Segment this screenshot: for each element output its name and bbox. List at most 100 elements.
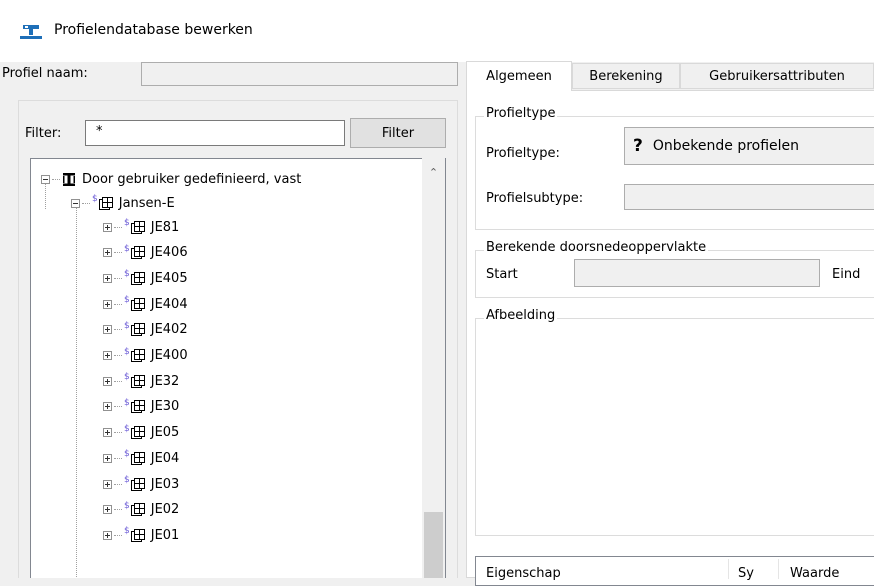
tab-algemeen[interactable]: Algemeen	[466, 61, 572, 91]
column-header-eigenschap[interactable]: Eigenschap	[486, 566, 561, 581]
profile-family-icon: $	[124, 526, 145, 542]
scroll-up-arrow-icon[interactable]: ⌃	[422, 166, 445, 184]
tree-root-label: Door gebruiker gedefinieerd, vast	[82, 171, 302, 187]
filter-input[interactable]: *	[85, 120, 345, 146]
area-start-label: Start	[486, 267, 518, 282]
profile-tree[interactable]: Door gebruiker gedefinieerd, vast $ Jans…	[30, 158, 446, 578]
tree-item[interactable]: $ JE02	[103, 498, 179, 522]
tree-connector	[114, 432, 122, 434]
tree-item[interactable]: $ JE30	[103, 395, 179, 419]
tree-item[interactable]: $ JE05	[103, 421, 179, 445]
tree-item[interactable]: $ JE04	[103, 446, 179, 470]
profieltype-select[interactable]: ? Onbekende profielen	[624, 127, 874, 165]
profile-family-icon: $	[124, 295, 145, 311]
tree-item[interactable]: $ JE03	[103, 472, 179, 496]
tree-item[interactable]: $ JE01	[103, 523, 179, 547]
tree-connector	[114, 534, 122, 536]
profielsubtype-select[interactable]	[624, 184, 874, 210]
tree-item-label: JE02	[150, 502, 180, 518]
tree-item-label: JE405	[150, 270, 188, 286]
tree-connector	[114, 355, 122, 356]
profile-family-icon: $	[124, 218, 145, 234]
scrollbar-thumb[interactable]	[424, 512, 443, 578]
column-separator[interactable]	[778, 559, 779, 579]
tree-item[interactable]: $ JE404	[103, 292, 188, 316]
area-group-legend: Berekende doorsnedeoppervlakte	[484, 240, 709, 255]
profile-name-input[interactable]	[141, 62, 458, 86]
tree-group-node[interactable]: $ Jansen-E	[71, 191, 175, 215]
window-title: Profielendatabase bewerken	[54, 22, 253, 38]
column-header-waarde[interactable]: Waarde	[790, 566, 839, 581]
column-separator[interactable]	[728, 559, 729, 579]
profile-family-icon: $	[92, 194, 113, 210]
tree-connector	[76, 205, 77, 577]
profile-family-icon: $	[124, 347, 145, 362]
expand-toggle-icon[interactable]	[103, 530, 112, 540]
profile-family-icon: $	[124, 449, 145, 465]
profile-family-icon: $	[124, 424, 145, 440]
profile-family-icon: $	[124, 269, 145, 285]
tab-gebruikersattributen[interactable]: Gebruikersattributen	[680, 63, 874, 89]
tree-item[interactable]: $ JE405	[103, 266, 188, 290]
profieltype-value: Onbekende profielen	[652, 138, 800, 154]
tree-group-label: Jansen-E	[118, 195, 175, 211]
tree-item[interactable]: $ JE32	[103, 369, 179, 393]
image-group	[475, 318, 874, 536]
profile-family-icon: $	[124, 372, 145, 388]
tree-connector	[114, 329, 122, 331]
unknown-profile-icon: ?	[633, 136, 643, 156]
image-group-legend: Afbeelding	[484, 308, 558, 323]
expand-toggle-icon[interactable]	[103, 376, 112, 386]
tree-connector	[114, 483, 122, 485]
expand-toggle-icon[interactable]	[103, 299, 112, 309]
tree-connector	[114, 226, 122, 228]
expand-toggle-icon[interactable]	[103, 402, 112, 412]
expand-toggle-icon[interactable]	[103, 428, 112, 438]
tree-item[interactable]: $ JE400	[103, 344, 188, 368]
tree-item-label: JE01	[150, 527, 180, 543]
profile-name-label: Profiel naam:	[2, 66, 88, 81]
tree-item-label: JE32	[150, 373, 180, 389]
expand-toggle-icon[interactable]	[103, 479, 112, 489]
tree-item[interactable]: $ JE81	[103, 215, 179, 239]
expand-toggle-icon[interactable]	[103, 325, 112, 335]
profieltype-label: Profieltype:	[486, 146, 560, 161]
tree-item[interactable]: $ JE402	[103, 318, 188, 342]
expand-toggle-icon[interactable]	[103, 273, 112, 283]
filter-button[interactable]: Filter	[350, 118, 446, 148]
i-beam-profile-icon	[62, 172, 76, 186]
tree-item-label: JE402	[150, 322, 188, 338]
profieltype-group-legend: Profieltype	[484, 106, 558, 121]
profile-family-icon: $	[124, 398, 145, 414]
tree-item-label: JE81	[150, 219, 180, 235]
tree-connector	[114, 406, 122, 408]
panel-splitter[interactable]	[461, 62, 465, 578]
database-edit-icon	[20, 24, 42, 40]
expand-toggle-icon[interactable]	[103, 453, 112, 463]
profile-family-icon: $	[124, 501, 145, 517]
expand-toggle-icon[interactable]	[103, 351, 112, 360]
profile-family-icon: $	[124, 321, 145, 337]
expand-toggle-icon[interactable]	[103, 248, 112, 258]
profielsubtype-label: Profielsubtype:	[486, 191, 584, 206]
filter-label: Filter:	[25, 126, 62, 141]
tree-connector	[114, 457, 122, 459]
area-start-field[interactable]	[574, 259, 820, 287]
tree-connector	[114, 277, 122, 279]
tree-connector	[114, 252, 122, 254]
expand-toggle-icon[interactable]	[103, 505, 112, 515]
tree-root-node[interactable]: Door gebruiker gedefinieerd, vast	[41, 167, 301, 191]
expand-toggle-icon[interactable]	[103, 222, 112, 232]
collapse-toggle-icon[interactable]	[41, 174, 50, 184]
collapse-toggle-icon[interactable]	[71, 198, 80, 208]
profile-family-icon: $	[124, 475, 145, 491]
column-header-sy[interactable]: Sy	[738, 566, 754, 581]
tree-item-label: JE406	[150, 245, 188, 261]
tree-connector	[52, 178, 60, 180]
tree-connector	[114, 303, 122, 305]
tree-item-label: JE400	[150, 348, 188, 363]
profile-family-icon: $	[124, 244, 145, 260]
tree-item[interactable]: $ JE406	[103, 241, 188, 265]
tab-berekening[interactable]: Berekening	[572, 63, 680, 89]
tree-connector	[114, 509, 122, 511]
